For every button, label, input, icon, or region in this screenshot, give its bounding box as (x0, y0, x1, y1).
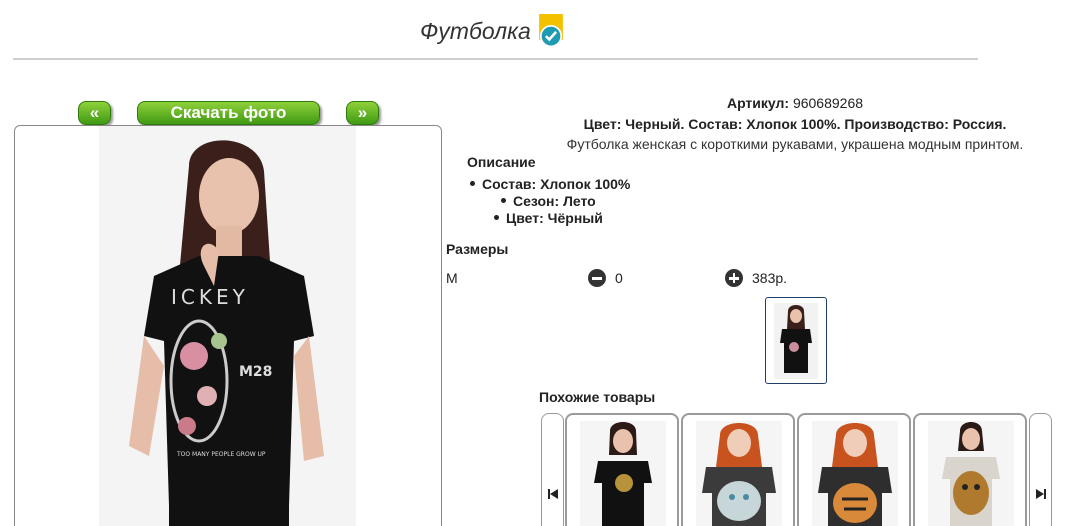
description-item: Цвет: Чёрный (494, 210, 603, 226)
similar-product-card[interactable] (681, 413, 795, 526)
article-label: Артикул: (726, 95, 790, 111)
product-meta: Цвет: Черный. Состав: Хлопок 100%. Произ… (583, 116, 1007, 132)
similar-product-card[interactable] (913, 413, 1027, 526)
svg-text:M28: M28 (239, 364, 272, 380)
similar-product-image (928, 421, 1014, 526)
previous-photo-button[interactable]: « (78, 101, 111, 125)
size-label: M (446, 270, 458, 286)
download-photo-button[interactable]: Скачать фото (137, 101, 320, 125)
product-short-description: Футболка женская с короткими рукавами, у… (566, 136, 1024, 152)
similar-product-card[interactable] (797, 413, 911, 526)
carousel-next-button[interactable] (1029, 413, 1052, 526)
title-divider (13, 58, 978, 60)
description-item-text: Цвет: Чёрный (506, 210, 603, 226)
similar-product-image (696, 421, 782, 526)
bullet-icon (470, 180, 475, 186)
description-item: Состав: Хлопок 100% (470, 176, 630, 192)
minus-circle-icon[interactable] (588, 269, 606, 287)
model-photo-image: ICKEY M28 TOO MANY PEOPLE GROW UP (99, 126, 356, 526)
article-line: Артикул: 960689268 (540, 95, 1050, 111)
plus-circle-icon[interactable] (725, 269, 743, 287)
svg-text:ICKEY: ICKEY (171, 285, 249, 309)
next-photo-button[interactable]: » (346, 101, 379, 125)
similar-products-heading: Похожие товары (539, 389, 656, 405)
description-item-text: Состав: Хлопок 100% (482, 176, 631, 192)
description-item: Сезон: Лето (501, 193, 596, 209)
skip-back-icon (548, 489, 558, 499)
similar-product-card[interactable] (565, 413, 679, 526)
size-price: 383р. (752, 270, 788, 286)
similar-product-image (812, 421, 898, 526)
photo-thumbnail[interactable] (765, 297, 827, 384)
verified-badge-icon (539, 14, 563, 48)
sizes-heading: Размеры (446, 241, 509, 257)
quantity-value: 0 (615, 270, 623, 286)
article-value: 960689268 (792, 95, 864, 111)
product-main-photo[interactable]: ICKEY M28 TOO MANY PEOPLE GROW UP (14, 125, 442, 526)
page-title: Футболка (420, 18, 531, 44)
svg-text:TOO MANY PEOPLE GROW UP: TOO MANY PEOPLE GROW UP (176, 451, 266, 458)
thumbnail-image (774, 303, 818, 379)
description-item-text: Сезон: Лето (513, 193, 596, 209)
similar-product-image (580, 421, 666, 526)
description-heading: Описание (467, 154, 536, 170)
page-header: Футболка (0, 10, 990, 56)
carousel-prev-button[interactable] (541, 413, 564, 526)
bullet-icon (494, 214, 499, 220)
bullet-icon (501, 197, 506, 203)
skip-forward-icon (1036, 489, 1046, 499)
